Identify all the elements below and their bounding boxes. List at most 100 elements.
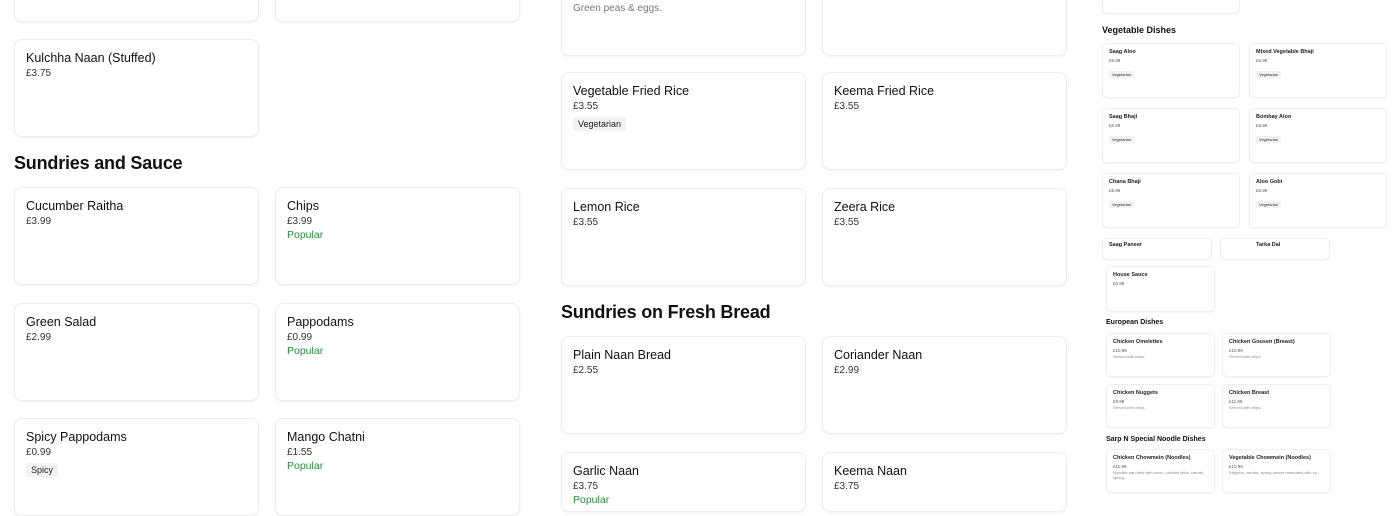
item-name: Bombay Aloo	[1256, 114, 1292, 120]
mini-menu-item-vegetable-chowmein[interactable]: Vegetable Chowmein (Noodles) £10.99 Pepp…	[1222, 449, 1331, 493]
item-name: Green Salad	[26, 315, 97, 329]
item-name: Chicken Gousen (Breast)	[1229, 339, 1295, 345]
menu-item-green-salad[interactable]: Green Salad £2.99	[14, 303, 259, 401]
menu-item-keema-fried-rice[interactable]: Keema Fried Rice £3.55	[822, 72, 1067, 170]
item-price: £6.99	[1109, 122, 1121, 128]
mini-menu-item-tarka-dal[interactable]: Tarka Dal	[1220, 238, 1330, 260]
item-name: Mango Chatni	[287, 430, 365, 444]
item-price: £3.99	[287, 216, 313, 227]
item-price: £2.55	[573, 365, 599, 376]
vegetarian-tag: Vegetarian	[1256, 200, 1282, 208]
item-description: Served with chips.	[1113, 404, 1146, 410]
item-price: £6.99	[1256, 122, 1268, 128]
item-name: Keema Fried Rice	[834, 84, 935, 98]
item-price: £9.99	[1113, 398, 1125, 404]
item-price: £0.99	[287, 332, 313, 343]
menu-item-spicy-pappodams[interactable]: Spicy Pappodams £0.99 Spicy	[14, 418, 259, 516]
mini-card[interactable]	[1102, 0, 1240, 14]
menu-item-card[interactable]	[275, 0, 520, 22]
mini-menu-item-chicken-omelettes[interactable]: Chicken Omelettes £10.99 Served with chi…	[1106, 333, 1215, 377]
item-price: £3.99	[26, 216, 52, 227]
mini-menu-item-saag-bhaji[interactable]: Saag Bhaji £6.99 Vegetarian	[1102, 108, 1240, 163]
menu-item-coriander-naan[interactable]: Coriander Naan £2.99	[822, 336, 1067, 434]
item-description: Noodles pan fried with onion, chicken ti…	[1113, 469, 1205, 480]
item-name: Vegetable Fried Rice	[573, 84, 690, 98]
mini-menu-item-house-sauce[interactable]: House Sauce £0.99	[1106, 266, 1215, 312]
menu-item-zeera-rice[interactable]: Zeera Rice £3.55	[822, 188, 1067, 286]
item-description: Served with chips.	[1229, 404, 1262, 410]
item-price: £3.75	[26, 68, 52, 79]
vegetarian-tag: Vegetarian	[1256, 70, 1282, 78]
item-name: Saag Bhaji	[1109, 114, 1138, 120]
menu-item-keema-naan[interactable]: Keema Naan £3.75	[822, 452, 1067, 512]
mini-menu-item-chicken-breast[interactable]: Chicken Breast £11.99 Served with chips.	[1222, 384, 1331, 428]
vegetarian-tag: Vegetarian	[1109, 200, 1135, 208]
item-price: £3.75	[573, 481, 599, 492]
popular-badge: Popular	[287, 229, 324, 241]
item-name: Keema Naan	[834, 464, 907, 478]
item-name: Tarka Dal	[1256, 242, 1281, 248]
item-name: Vegetable Chowmein (Noodles)	[1229, 455, 1311, 461]
menu-item-card[interactable]: Green peas & eggs.	[561, 0, 806, 56]
mini-menu-item-aloo-gobi[interactable]: Aloo Gobi £6.99 Vegetarian	[1249, 173, 1387, 228]
menu-item-chips[interactable]: Chips £3.99 Popular	[275, 187, 520, 285]
item-name: Lemon Rice	[573, 200, 640, 214]
mini-menu-item-chicken-gousen[interactable]: Chicken Gousen (Breast) £10.99 Served wi…	[1222, 333, 1331, 377]
popular-badge: Popular	[287, 460, 324, 472]
item-name: Mixed Vegetable Bhaji	[1256, 49, 1314, 55]
menu-item-vegetable-fried-rice[interactable]: Vegetable Fried Rice £3.55 Vegetarian	[561, 72, 806, 170]
item-price: £6.99	[1109, 187, 1121, 193]
mini-menu-item-chicken-nuggets[interactable]: Chicken Nuggets £9.99 Served with chips.	[1106, 384, 1215, 428]
menu-item-pappodams[interactable]: Pappodams £0.99 Popular	[275, 303, 520, 401]
item-name: Saag Paneer	[1109, 242, 1143, 248]
menu-item-lemon-rice[interactable]: Lemon Rice £3.55	[561, 188, 806, 286]
menu-item-mango-chatni[interactable]: Mango Chatni £1.55 Popular	[275, 418, 520, 516]
mini-section-title-noodle-dishes: Sarp N Special Noodle Dishes	[1106, 436, 1206, 443]
mini-menu-item-chana-bhaji[interactable]: Chana Bhaji £6.99 Vegetarian	[1102, 173, 1240, 228]
menu-item-garlic-naan[interactable]: Garlic Naan £3.75 Popular	[561, 452, 806, 512]
item-price: £0.99	[1113, 280, 1125, 286]
mini-menu-item-saag-aloo[interactable]: Saag Aloo £6.99 Vegetarian	[1102, 43, 1240, 98]
item-price: £3.55	[573, 217, 599, 228]
item-price: £3.55	[573, 101, 599, 112]
item-name: House Sauce	[1113, 272, 1148, 278]
item-price: £2.99	[834, 365, 860, 376]
item-description: Served with chips.	[1229, 353, 1262, 359]
item-name: Coriander Naan	[834, 348, 923, 362]
mini-section-title-european-dishes: European Dishes	[1106, 319, 1164, 326]
item-description: Peppers, carrots, spring onions marinate…	[1229, 469, 1321, 475]
vegetarian-tag: Vegetarian	[1109, 70, 1135, 78]
item-name: Cucumber Raitha	[26, 199, 124, 213]
menu-item-card[interactable]	[822, 0, 1067, 56]
item-name: Chips	[287, 199, 319, 213]
menu-item-cucumber-raitha[interactable]: Cucumber Raitha £3.99	[14, 187, 259, 285]
mini-menu-item-saag-paneer[interactable]: Saag Paneer	[1102, 238, 1212, 260]
item-description: Served with chips.	[1113, 353, 1146, 359]
mini-menu-item-bombay-aloo[interactable]: Bombay Aloo £6.99 Vegetarian	[1249, 108, 1387, 163]
item-name: Chicken Omelettes	[1113, 339, 1163, 345]
item-price: £10.99	[1113, 347, 1127, 353]
item-price: £3.55	[834, 217, 860, 228]
mini-menu-item-mixed-vegetable-bhaji[interactable]: Mixed Vegetable Bhaji £6.99 Vegetarian	[1249, 43, 1387, 98]
item-price: £3.75	[834, 481, 860, 492]
item-name: Aloo Gobi	[1256, 179, 1283, 185]
popular-badge: Popular	[573, 494, 610, 506]
menu-item-plain-naan-bread[interactable]: Plain Naan Bread £2.55	[561, 336, 806, 434]
item-price: £11.99	[1113, 463, 1127, 469]
item-name: Spicy Pappodams	[26, 430, 127, 444]
menu-item-kulchha-naan[interactable]: Kulchha Naan (Stuffed) £3.75	[14, 39, 259, 137]
item-price: £10.99	[1229, 347, 1243, 353]
item-name: Plain Naan Bread	[573, 348, 671, 362]
mini-section-title-vegetable-dishes: Vegetable Dishes	[1102, 25, 1177, 35]
item-price: £1.55	[287, 447, 313, 458]
menu-item-card[interactable]	[14, 0, 259, 22]
item-name: Chana Bhaji	[1109, 179, 1141, 185]
item-name: Chicken Breast	[1229, 390, 1270, 396]
mini-menu-item-chicken-chowmein[interactable]: Chicken Chowmein (Noodles) £11.99 Noodle…	[1106, 449, 1215, 493]
section-title-sundries-on-fresh-bread: Sundries on Fresh Bread	[561, 302, 771, 322]
vegetarian-tag: Vegetarian	[1109, 135, 1135, 143]
item-price: £0.99	[26, 447, 52, 458]
item-price: £2.99	[26, 332, 52, 343]
item-price: £6.99	[1256, 57, 1268, 63]
item-price: £10.99	[1229, 463, 1243, 469]
